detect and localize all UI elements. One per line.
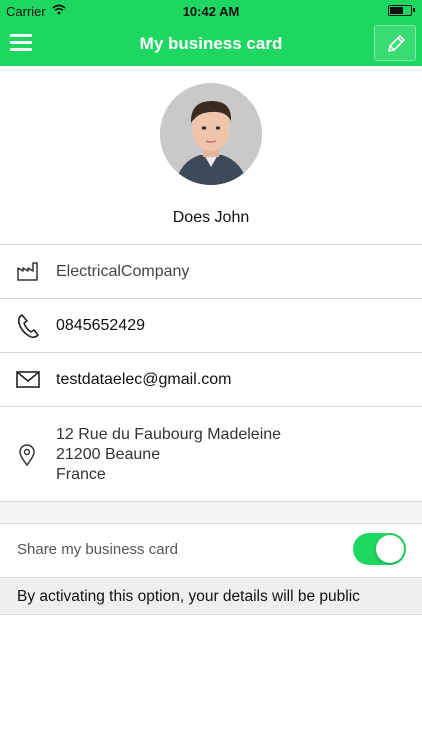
share-info-text: By activating this option, your details … — [17, 588, 360, 605]
battery-icon — [388, 5, 415, 16]
share-label: Share my business card — [17, 541, 178, 558]
status-bar: Carrier 10:42 AM — [0, 0, 422, 22]
pencil-icon — [388, 35, 405, 52]
top-bar: Carrier 10:42 AM My business card — [0, 0, 422, 66]
section-separator — [0, 502, 422, 524]
mail-icon — [16, 371, 40, 388]
company-row: ElectricalCompany — [0, 245, 422, 299]
status-time: 10:42 AM — [182, 4, 240, 19]
address-line-1: 12 Rue du Faubourg Madeleine — [56, 426, 282, 443]
info-bar: By activating this option, your details … — [0, 577, 422, 615]
address: 12 Rue du Faubourg Madeleine 21200 Beaun… — [56, 425, 281, 485]
nav-bar: My business card — [0, 22, 422, 66]
edit-button[interactable] — [374, 25, 416, 61]
address-line-2: 21200 Beaune — [56, 446, 161, 463]
company-name: ElectricalCompany — [56, 263, 190, 280]
location-pin-icon — [19, 444, 35, 466]
email-row[interactable]: testdataelec@gmail.com — [0, 353, 422, 407]
divider — [0, 523, 422, 524]
phone-icon — [18, 314, 39, 339]
address-line-3: France — [56, 466, 106, 483]
page-title: My business card — [139, 34, 283, 53]
email-address[interactable]: testdataelec@gmail.com — [56, 371, 231, 389]
address-row[interactable]: 12 Rue du Faubourg Madeleine 21200 Beaun… — [0, 407, 422, 501]
phone-row[interactable]: 0845652429 — [0, 299, 422, 353]
share-toggle[interactable] — [353, 533, 406, 565]
avatar — [160, 83, 262, 185]
factory-icon — [17, 262, 38, 281]
toggle-knob — [376, 535, 404, 563]
avatar-portrait — [160, 83, 262, 185]
profile-name: Does John — [172, 209, 250, 226]
phone-number[interactable]: 0845652429 — [56, 317, 145, 335]
